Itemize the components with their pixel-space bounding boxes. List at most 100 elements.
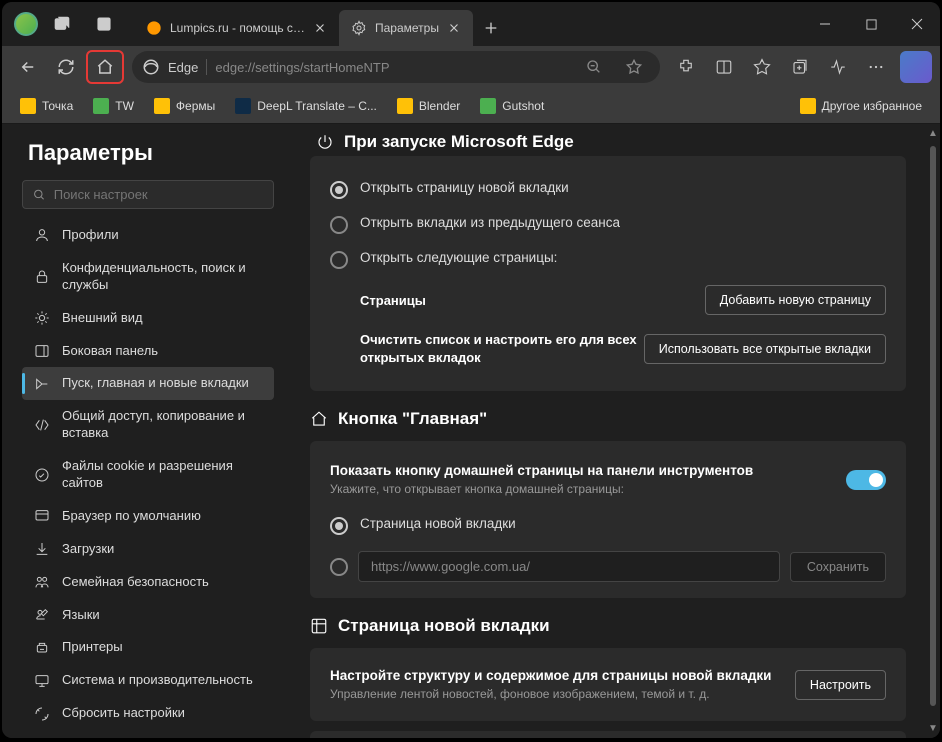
sidebar-item-5[interactable]: Общий доступ, копирование и вставка — [22, 400, 274, 450]
ntp-customize-card: Настройте структуру и содержимое для стр… — [310, 648, 906, 721]
site-icon — [235, 98, 251, 114]
bookmark-item[interactable]: Blender — [389, 94, 468, 118]
address-bar[interactable]: Edge edge://settings/startHomeNTP — [132, 51, 660, 83]
power-icon — [316, 133, 334, 151]
sidebar-item-9[interactable]: Семейная безопасность — [22, 566, 274, 599]
address-url: edge://settings/startHomeNTP — [215, 60, 570, 75]
radio-home-url[interactable] — [330, 558, 348, 576]
sidebar-item-10[interactable]: Языки — [22, 599, 274, 632]
profile-avatar[interactable] — [14, 12, 38, 36]
sidebar-item-13[interactable]: Сбросить настройки — [22, 697, 274, 730]
search-input[interactable] — [54, 187, 263, 202]
nav-icon — [34, 376, 50, 392]
collections-icon[interactable] — [782, 51, 818, 83]
sidebar-item-2[interactable]: Внешний вид — [22, 302, 274, 335]
home-card: Показать кнопку домашней страницы на пан… — [310, 441, 906, 598]
nav-icon — [34, 607, 50, 623]
nav-icon — [34, 269, 50, 285]
nav-icon — [34, 227, 50, 243]
sidebar-item-3[interactable]: Боковая панель — [22, 335, 274, 368]
bookmark-item[interactable]: Точка — [12, 94, 81, 118]
favorites-icon[interactable] — [744, 51, 780, 83]
split-screen-icon[interactable] — [706, 51, 742, 83]
add-page-button[interactable]: Добавить новую страницу — [705, 285, 886, 315]
sheet-icon — [480, 98, 496, 114]
performance-icon[interactable] — [820, 51, 856, 83]
save-button[interactable]: Сохранить — [790, 552, 886, 582]
tab-lumpics[interactable]: Lumpics.ru - помощь с компьют — [134, 10, 339, 46]
settings-main: При запуске Microsoft Edge Открыть стран… — [284, 124, 926, 738]
customize-button[interactable]: Настроить — [795, 670, 886, 700]
address-label: Edge — [168, 60, 198, 75]
page-title: Параметры — [22, 140, 284, 166]
bookmarks-bar: Точка TW Фермы DeepL Translate – С... Bl… — [2, 88, 940, 124]
settings-sidebar: Параметры ПрофилиКонфиденциальность, пои… — [2, 124, 284, 738]
nav-icon — [34, 343, 50, 359]
search-settings[interactable] — [22, 180, 274, 209]
radio-home-ntp[interactable] — [330, 517, 348, 535]
bookmark-item[interactable]: DeepL Translate – С... — [227, 94, 385, 118]
sheet-icon — [93, 98, 109, 114]
nav-icon — [34, 508, 50, 524]
extensions-icon[interactable] — [668, 51, 704, 83]
section-home-header: Кнопка "Главная" — [310, 409, 906, 429]
nav-icon — [34, 310, 50, 326]
nav-icon — [34, 467, 50, 483]
folder-icon — [800, 98, 816, 114]
sidebar-item-4[interactable]: Пуск, главная и новые вкладки — [22, 367, 274, 400]
new-tab-button[interactable] — [477, 10, 505, 46]
scroll-thumb[interactable] — [930, 146, 936, 706]
bookmark-item[interactable]: Gutshot — [472, 94, 552, 118]
folder-icon — [397, 98, 413, 114]
folder-icon — [20, 98, 36, 114]
scroll-down-icon[interactable]: ▼ — [924, 719, 940, 738]
site-icon — [146, 20, 162, 36]
bookmark-item[interactable]: Фермы — [146, 94, 223, 118]
home-icon — [310, 410, 328, 428]
ntp-preload-card: Предварительно загружать страницу новой … — [310, 731, 906, 738]
sidebar-item-1[interactable]: Конфиденциальность, поиск и службы — [22, 252, 274, 302]
scrollbar[interactable]: ▲ ▼ — [926, 124, 940, 738]
zoom-icon[interactable] — [578, 51, 610, 83]
back-button[interactable] — [10, 51, 46, 83]
home-url-field[interactable]: https://www.google.com.ua/ — [358, 551, 780, 582]
edge-logo-icon — [142, 58, 160, 76]
sidebar-item-6[interactable]: Файлы cookie и разрешения сайтов — [22, 450, 274, 500]
nav-icon — [34, 417, 50, 433]
radio-ntp[interactable] — [330, 181, 348, 199]
use-all-tabs-button[interactable]: Использовать все открытые вкладки — [644, 334, 886, 364]
search-icon — [33, 188, 46, 202]
section-ntp-header: Страница новой вкладки — [310, 616, 906, 636]
menu-icon[interactable] — [858, 51, 894, 83]
nav-icon — [34, 574, 50, 590]
nav-icon — [34, 541, 50, 557]
radio-specific[interactable] — [330, 251, 348, 269]
close-window-button[interactable] — [894, 2, 940, 46]
scroll-up-icon[interactable]: ▲ — [924, 124, 940, 143]
sidebar-item-8[interactable]: Загрузки — [22, 533, 274, 566]
sidebar-item-0[interactable]: Профили — [22, 219, 274, 252]
close-icon[interactable] — [447, 21, 461, 35]
nav-icon — [34, 706, 50, 722]
sidebar-item-11[interactable]: Принтеры — [22, 631, 274, 664]
sidebar-item-12[interactable]: Система и производительность — [22, 664, 274, 697]
workspaces-icon[interactable] — [44, 8, 80, 40]
home-toggle[interactable] — [846, 470, 886, 490]
other-bookmarks[interactable]: Другое избранное — [792, 94, 930, 118]
sidebar-item-7[interactable]: Браузер по умолчанию — [22, 500, 274, 533]
favorite-icon[interactable] — [618, 51, 650, 83]
home-button[interactable] — [86, 50, 124, 84]
refresh-button[interactable] — [48, 51, 84, 83]
minimize-button[interactable] — [802, 2, 848, 46]
bookmark-item[interactable]: TW — [85, 94, 142, 118]
radio-previous[interactable] — [330, 216, 348, 234]
tab-settings[interactable]: Параметры — [339, 10, 473, 46]
close-icon[interactable] — [313, 21, 327, 35]
sidebar-item-14[interactable]: Телефон и другие устройства — [22, 730, 274, 738]
copilot-button[interactable] — [900, 51, 932, 83]
maximize-button[interactable] — [848, 2, 894, 46]
tab-actions-icon[interactable] — [86, 8, 122, 40]
section-startup-header: При запуске Microsoft Edge — [310, 132, 906, 152]
gear-icon — [351, 20, 367, 36]
folder-icon — [154, 98, 170, 114]
